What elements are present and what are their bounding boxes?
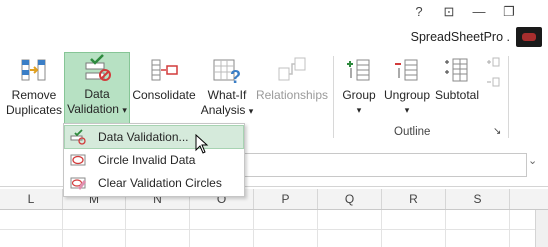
group-button[interactable]: Group ▾: [338, 54, 380, 126]
menu-item-data-validation[interactable]: Data Validation...: [64, 125, 244, 149]
ribbon-display-options-icon[interactable]: ⊡: [440, 3, 458, 21]
menu-item-label: Data Validation...: [98, 130, 189, 144]
outline-group-label: Outline: [394, 126, 431, 138]
cell-grid[interactable]: [0, 210, 548, 247]
data-validation-label-2: Validation ▾: [67, 102, 127, 116]
hide-detail-icon[interactable]: [486, 76, 500, 87]
chevron-down-icon: ▾: [248, 106, 254, 116]
account-name[interactable]: SpreadSheetPro .: [411, 30, 510, 44]
chevron-down-icon: ▾: [404, 105, 410, 115]
menu-item-circle-invalid-data[interactable]: Circle Invalid Data: [65, 149, 243, 171]
ungroup-label: Ungroup: [383, 88, 431, 102]
vertical-scrollbar[interactable]: [535, 210, 548, 247]
restore-button[interactable]: ❐: [500, 3, 518, 21]
account-bar: SpreadSheetPro .: [0, 24, 548, 50]
svg-text:?: ?: [230, 67, 241, 86]
title-bar: ? ⊡ — ❐: [0, 0, 548, 24]
data-validation-icon: [81, 53, 113, 85]
what-if-label-2: Analysis ▾: [200, 103, 254, 117]
column-header-s[interactable]: S: [446, 189, 510, 209]
menu-item-label: Circle Invalid Data: [98, 153, 196, 167]
col-line: [125, 210, 126, 247]
col-line: [509, 210, 510, 247]
circle-invalid-icon: [70, 152, 86, 168]
column-header-p[interactable]: P: [254, 189, 318, 209]
show-detail-icon[interactable]: [486, 56, 500, 67]
subtotal-button[interactable]: Subtotal: [432, 54, 482, 126]
what-if-label-1: What-If: [207, 88, 247, 102]
consolidate-label: Consolidate: [132, 88, 196, 102]
relationships-icon: [276, 54, 308, 86]
data-validation-label-1: Data: [84, 87, 110, 101]
remove-duplicates-button[interactable]: Remove Duplicates: [4, 54, 64, 126]
col-line: [317, 210, 318, 247]
remove-duplicates-label-1: Remove: [11, 88, 57, 102]
data-validation-menu: Data Validation... Circle Invalid Data C…: [63, 123, 245, 197]
col-line: [445, 210, 446, 247]
menu-item-label: Clear Validation Circles: [98, 176, 222, 190]
subtotal-icon: [441, 54, 473, 86]
ungroup-icon: [391, 54, 423, 86]
what-if-icon: ?: [211, 54, 243, 87]
subtotal-label: Subtotal: [434, 88, 480, 102]
menu-item-clear-validation-circles[interactable]: Clear Validation Circles: [65, 172, 243, 194]
relationships-label: Relationships: [255, 88, 329, 102]
chevron-down-icon: ▾: [356, 105, 362, 115]
outline-separator: [508, 56, 509, 138]
group-label: Group: [342, 88, 376, 102]
expand-formula-bar-icon[interactable]: ⌄: [528, 154, 542, 172]
mouse-cursor-icon: [195, 133, 209, 154]
data-validation-icon: [70, 129, 86, 145]
clear-circles-icon: [70, 175, 87, 191]
data-validation-button[interactable]: Data Validation ▾: [64, 52, 130, 124]
consolidate-icon: [148, 54, 180, 86]
col-line: [62, 210, 63, 247]
group-icon: [343, 54, 375, 86]
relationships-button[interactable]: Relationships: [255, 54, 329, 126]
minimize-button[interactable]: —: [470, 3, 488, 21]
row-line: [0, 229, 548, 230]
group-separator: [333, 56, 334, 138]
column-header-l[interactable]: L: [0, 189, 63, 209]
col-line: [253, 210, 254, 247]
ungroup-button[interactable]: Ungroup ▾: [382, 54, 432, 126]
col-line: [381, 210, 382, 247]
avatar[interactable]: [516, 27, 542, 47]
consolidate-button[interactable]: Consolidate: [130, 54, 198, 126]
chevron-down-icon: ▾: [122, 105, 127, 115]
dialog-launcher-icon[interactable]: ↘: [493, 126, 501, 137]
remove-duplicates-label-2: Duplicates: [5, 103, 63, 117]
help-icon[interactable]: ?: [410, 3, 428, 21]
what-if-analysis-button[interactable]: ? What-If Analysis ▾: [200, 54, 254, 126]
column-header-r[interactable]: R: [382, 189, 446, 209]
remove-duplicates-icon: [18, 54, 50, 86]
col-line: [189, 210, 190, 247]
column-header-q[interactable]: Q: [318, 189, 382, 209]
